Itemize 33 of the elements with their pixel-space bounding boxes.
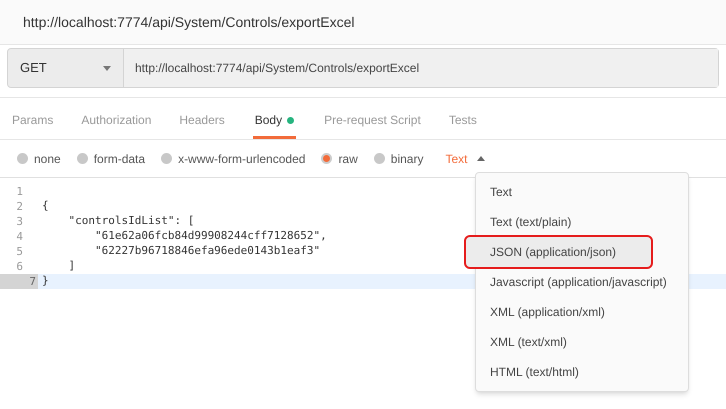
radio-button[interactable] <box>321 153 332 164</box>
radio-label[interactable]: binary <box>390 150 424 168</box>
code-line: { <box>41 198 49 214</box>
line-number: 3 <box>15 214 24 229</box>
line-number: 1 <box>15 184 24 199</box>
request-title: http://localhost:7774/api/System/Controls/exportExcel <box>23 12 355 32</box>
radio-button[interactable] <box>161 153 172 164</box>
menu-item[interactable]: JSON (application/json) <box>466 237 651 267</box>
code-line: ] <box>67 258 76 274</box>
code-line: } <box>41 273 49 290</box>
menu-item[interactable]: XML (text/xml) <box>476 327 688 357</box>
line-number: 5 <box>15 244 24 259</box>
radio-button[interactable] <box>374 153 385 164</box>
code-line: "61e62a06fcb84d99908244cff7128652", <box>94 228 327 244</box>
line-number: 6 <box>15 259 24 274</box>
radio-button[interactable] <box>17 153 28 164</box>
radio-button[interactable] <box>76 153 88 164</box>
menu-item[interactable]: Javascript (application/javascript) <box>476 267 688 297</box>
menu-item[interactable]: Text (text/plain) <box>476 207 688 237</box>
radio-label[interactable]: x-www-form-urlencoded <box>178 150 306 168</box>
radio-label[interactable]: none <box>34 150 61 168</box>
line-number: 7 <box>0 274 38 289</box>
menu-item[interactable]: HTML (text/html) <box>476 357 688 387</box>
radio-label[interactable]: raw <box>338 150 358 168</box>
menu-item[interactable]: XML (application/xml) <box>476 297 688 327</box>
code-line: "controlsIdList": [ <box>67 213 194 230</box>
line-number: 2 <box>15 199 24 214</box>
radio-label[interactable]: form-data <box>94 150 146 168</box>
line-number: 4 <box>15 229 24 244</box>
menu-item[interactable]: Text <box>476 177 688 207</box>
caret-up-icon <box>477 156 486 161</box>
code-line: "62227b96718846efa96ede0143b1eaf3" <box>94 243 320 260</box>
request-tab[interactable]: Body <box>252 104 296 139</box>
